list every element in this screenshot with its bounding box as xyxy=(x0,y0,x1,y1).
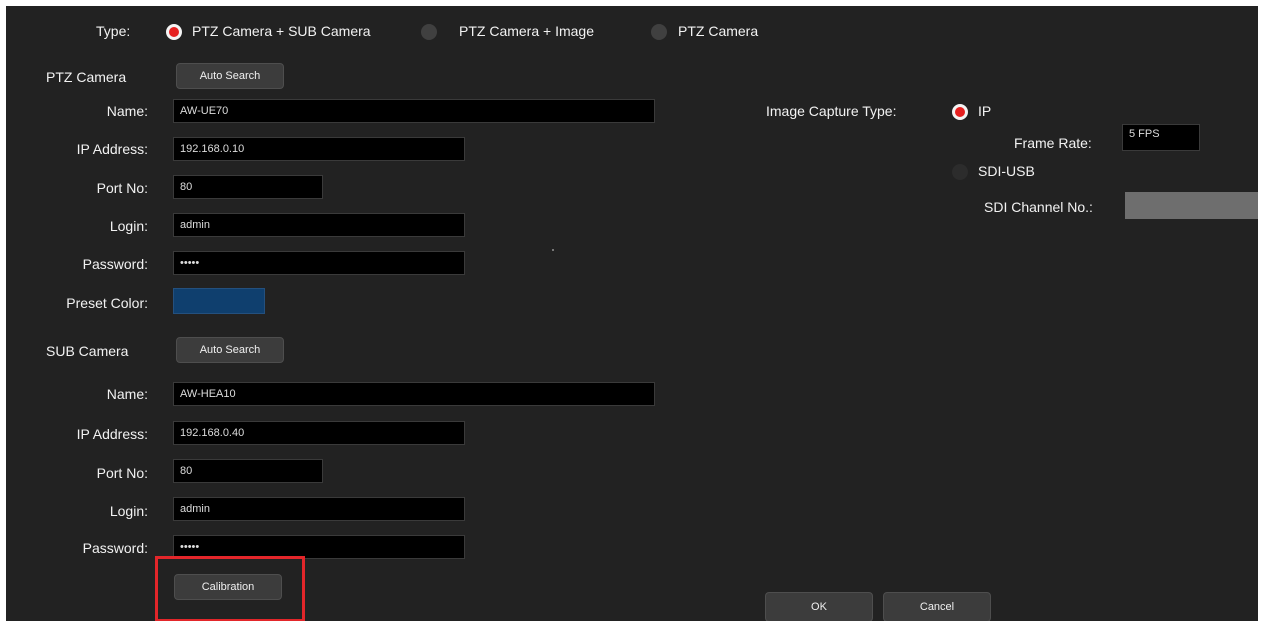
image-capture-ip-radio[interactable] xyxy=(952,104,968,120)
sub-ip-label: IP Address: xyxy=(76,426,148,442)
ptz-ip-label: IP Address: xyxy=(76,141,148,157)
cancel-button[interactable]: Cancel xyxy=(883,592,991,621)
ptz-name-input[interactable]: AW-UE70 xyxy=(173,99,655,123)
sub-name-input[interactable]: AW-HEA10 xyxy=(173,382,655,406)
image-capture-sdi-label[interactable]: SDI-USB xyxy=(978,163,1035,179)
sub-password-label: Password: xyxy=(82,540,148,556)
sub-login-input[interactable]: admin xyxy=(173,497,465,521)
type-option-ptz-sub-label[interactable]: PTZ Camera + SUB Camera xyxy=(192,23,371,39)
sub-ip-input[interactable]: 192.168.0.40 xyxy=(173,421,465,445)
type-radio-ptz[interactable] xyxy=(651,24,667,40)
ptz-camera-section-label: PTZ Camera xyxy=(46,69,127,85)
ok-button[interactable]: OK xyxy=(765,592,873,621)
type-radio-ptz-sub[interactable] xyxy=(166,24,182,40)
ptz-preset-color-label: Preset Color: xyxy=(66,295,148,311)
sub-name-label: Name: xyxy=(106,386,148,402)
sub-camera-section-label: SUB Camera xyxy=(46,343,129,359)
sub-login-label: Login: xyxy=(109,503,148,519)
sub-auto-search-button[interactable]: Auto Search xyxy=(176,337,284,363)
sub-port-input[interactable]: 80 xyxy=(173,459,323,483)
ptz-name-label: Name: xyxy=(106,103,148,119)
image-capture-type-label: Image Capture Type: xyxy=(766,103,897,119)
ptz-port-input[interactable]: 80 xyxy=(173,175,323,199)
ptz-login-input[interactable]: admin xyxy=(173,213,465,237)
image-capture-ip-label[interactable]: IP xyxy=(978,103,991,119)
type-option-ptz-label[interactable]: PTZ Camera xyxy=(678,23,758,39)
stray-dot xyxy=(552,249,554,251)
sub-port-label: Port No: xyxy=(96,465,148,481)
camera-settings-panel: Type: PTZ Camera + SUB Camera PTZ Camera… xyxy=(6,6,1258,621)
sdi-channel-input xyxy=(1125,192,1258,219)
type-label: Type: xyxy=(96,23,131,39)
ptz-password-input[interactable]: ••••• xyxy=(173,251,465,275)
ptz-login-label: Login: xyxy=(109,218,148,234)
calibration-button[interactable]: Calibration xyxy=(174,574,282,600)
frame-rate-label: Frame Rate: xyxy=(1014,135,1092,151)
sdi-channel-label: SDI Channel No.: xyxy=(984,199,1093,215)
ptz-port-label: Port No: xyxy=(96,180,148,196)
ptz-password-label: Password: xyxy=(82,256,148,272)
type-radio-ptz-image[interactable] xyxy=(421,24,437,40)
ptz-preset-color-swatch[interactable] xyxy=(173,288,265,314)
frame-rate-input[interactable]: 5 FPS xyxy=(1122,124,1200,151)
image-capture-sdi-radio[interactable] xyxy=(952,164,968,180)
type-option-ptz-image-label[interactable]: PTZ Camera + Image xyxy=(459,23,594,39)
ptz-ip-input[interactable]: 192.168.0.10 xyxy=(173,137,465,161)
ptz-auto-search-button[interactable]: Auto Search xyxy=(176,63,284,89)
